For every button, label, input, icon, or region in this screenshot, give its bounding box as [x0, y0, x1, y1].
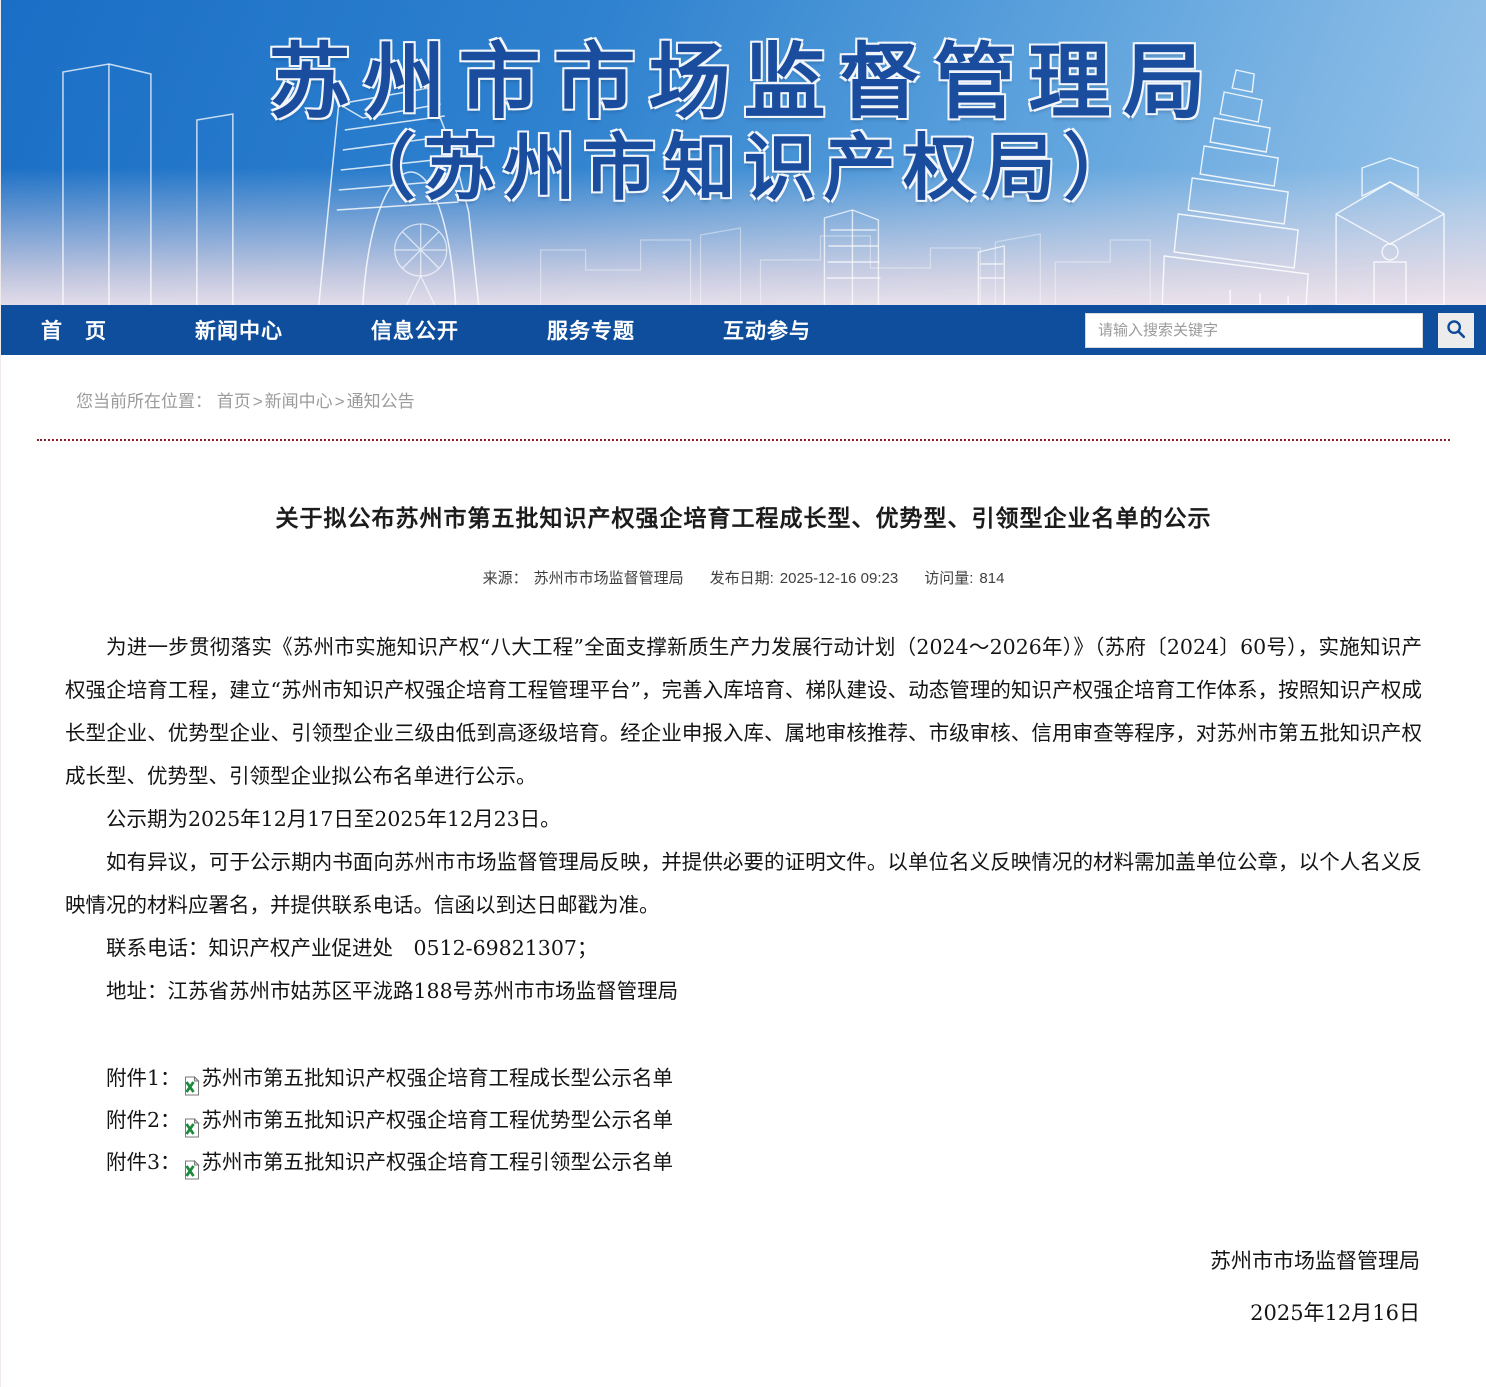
- attachment-row-2: 附件2： 苏州市第五批知识产权强企培育工程优势型公示名单: [65, 1099, 1422, 1141]
- meta-date-value: 2025-12-16 09:23: [780, 570, 898, 587]
- attachment-row-3: 附件3： 苏州市第五批知识产权强企培育工程引领型公示名单: [65, 1141, 1422, 1183]
- breadcrumb-separator: >: [335, 392, 345, 411]
- nav-item-news[interactable]: 新闻中心: [195, 315, 283, 345]
- signature-date: 2025年12月16日: [1, 1297, 1420, 1327]
- attachments-list: 附件1： 苏州市第五批知识产权强企培育工程成长型公示名单 附件2： 苏州市第五批…: [1, 1057, 1486, 1183]
- paragraph-address: 地址：江苏省苏州市姑苏区平泷路188号苏州市市场监督管理局: [65, 970, 1422, 1013]
- attachment-row-1: 附件1： 苏州市第五批知识产权强企培育工程成长型公示名单: [65, 1057, 1422, 1099]
- attachment-label: 附件2：: [65, 1099, 181, 1141]
- site-banner: 苏州市市场监督管理局 （苏州市知识产权局）: [1, 0, 1486, 305]
- paragraph-2: 公示期为2025年12月17日至2025年12月23日。: [65, 798, 1422, 841]
- attachment-link-growth-list[interactable]: 苏州市第五批知识产权强企培育工程成长型公示名单: [202, 1057, 674, 1099]
- meta-source-label: 来源：: [483, 570, 528, 587]
- nav-item-interaction[interactable]: 互动参与: [723, 315, 811, 345]
- search-button[interactable]: [1438, 313, 1474, 348]
- nav-item-home[interactable]: 首 页: [41, 315, 107, 345]
- paragraph-1: 为进一步贯彻落实《苏州市实施知识产权“八大工程”全面支撑新质生产力发展行动计划（…: [65, 626, 1422, 798]
- paragraph-3: 如有异议，可于公示期内书面向苏州市市场监督管理局反映，并提供必要的证明文件。以单…: [65, 841, 1422, 927]
- excel-file-icon: [183, 1152, 201, 1172]
- signature-org: 苏州市市场监督管理局: [1, 1245, 1420, 1275]
- search-icon: [1445, 318, 1467, 343]
- breadcrumb-news-center[interactable]: 新闻中心: [265, 392, 333, 411]
- article-meta: 来源： 苏州市市场监督管理局 发布日期: 2025-12-16 09:23 访问量: 81…: [1, 567, 1486, 588]
- breadcrumb-prefix: 您当前所在位置：: [76, 392, 212, 411]
- article-signature: 苏州市市场监督管理局 2025年12月16日: [1, 1245, 1486, 1327]
- site-title-line1: 苏州市市场监督管理局: [1, 0, 1486, 128]
- nav-item-service-topics[interactable]: 服务专题: [547, 315, 635, 345]
- breadcrumb-separator: >: [253, 392, 263, 411]
- excel-file-icon: [183, 1110, 201, 1130]
- search-input[interactable]: [1085, 313, 1423, 348]
- breadcrumb-notices[interactable]: 通知公告: [347, 392, 415, 411]
- bottom-spacer: [1, 1327, 1486, 1387]
- site-title-line2: （苏州市知识产权局）: [1, 128, 1486, 211]
- dotted-divider: [37, 439, 1450, 441]
- site-title: 苏州市市场监督管理局 （苏州市知识产权局）: [1, 0, 1486, 211]
- meta-source-value: 苏州市市场监督管理局: [534, 570, 684, 587]
- meta-views-label: 访问量:: [924, 570, 973, 587]
- page: 苏州市市场监督管理局 （苏州市知识产权局） 首 页 新闻中心 信息公开 服务专题…: [0, 0, 1486, 1387]
- meta-date-label: 发布日期:: [710, 570, 774, 587]
- article-title: 关于拟公布苏州市第五批知识产权强企培育工程成长型、优势型、引领型企业名单的公示: [1, 499, 1486, 533]
- breadcrumb: 您当前所在位置： 首页>新闻中心>通知公告: [76, 387, 1486, 412]
- attachment-label: 附件3：: [65, 1141, 181, 1183]
- article-body: 为进一步贯彻落实《苏州市实施知识产权“八大工程”全面支撑新质生产力发展行动计划（…: [1, 626, 1486, 1013]
- nav-item-info-disclosure[interactable]: 信息公开: [371, 315, 459, 345]
- breadcrumb-home[interactable]: 首页: [217, 392, 251, 411]
- search-bar: [1085, 313, 1474, 348]
- meta-views-value: 814: [979, 570, 1004, 587]
- attachment-link-advantage-list[interactable]: 苏州市第五批知识产权强企培育工程优势型公示名单: [202, 1099, 674, 1141]
- paragraph-contact-phone: 联系电话：知识产权产业促进处 0512-69821307；: [65, 927, 1422, 970]
- attachment-label: 附件1：: [65, 1057, 181, 1099]
- main-nav: 首 页 新闻中心 信息公开 服务专题 互动参与: [1, 305, 1486, 355]
- attachment-link-leading-list[interactable]: 苏州市第五批知识产权强企培育工程引领型公示名单: [202, 1141, 674, 1183]
- excel-file-icon: [183, 1068, 201, 1088]
